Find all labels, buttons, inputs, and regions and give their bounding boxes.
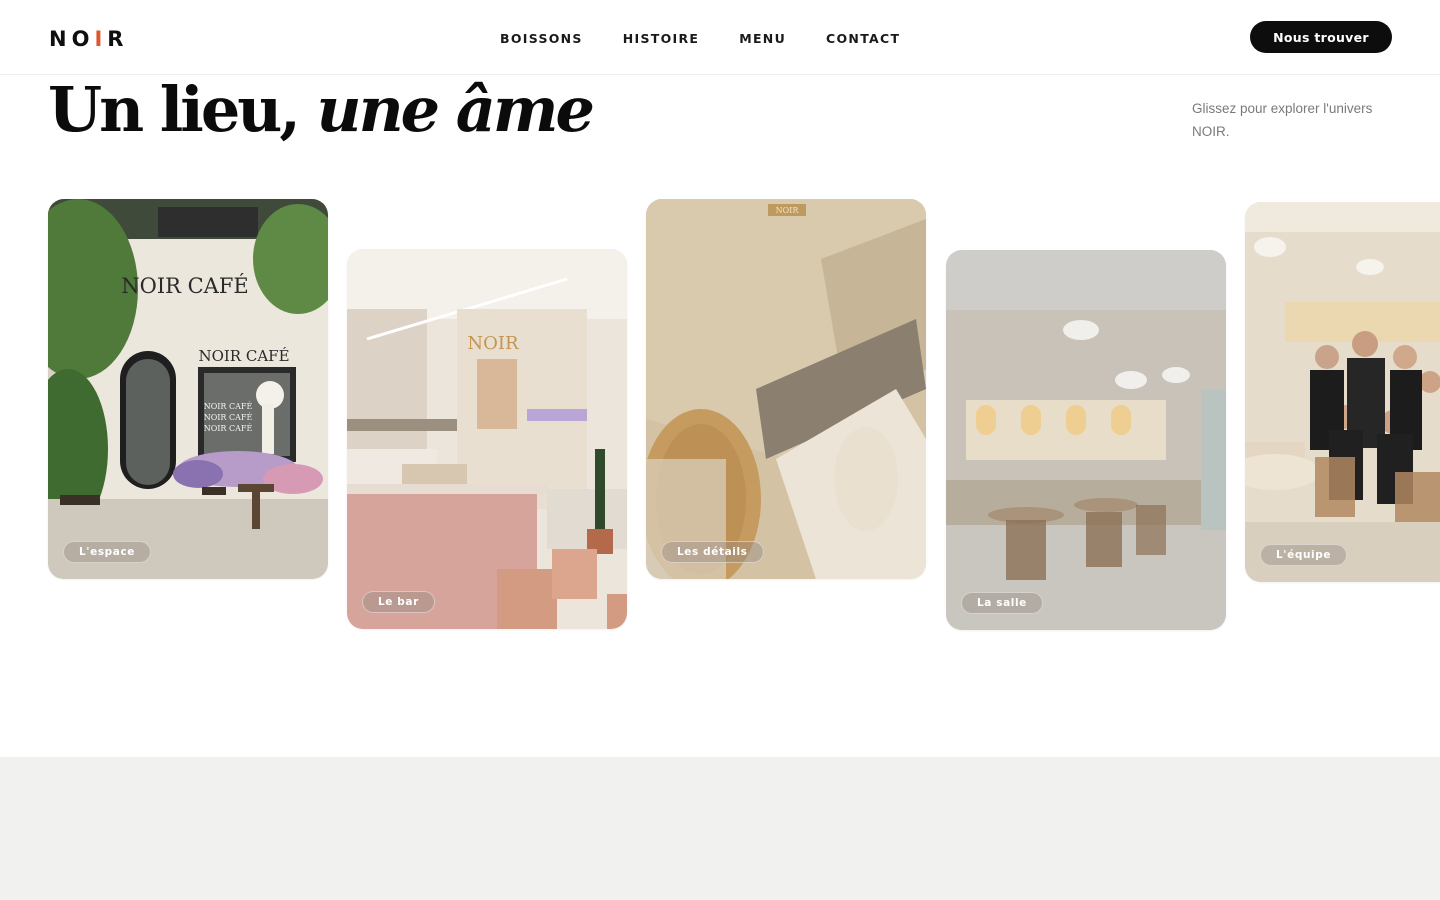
gallery-card-salle[interactable]: La salle: [946, 250, 1226, 630]
nav-item-histoire[interactable]: HISTOIRE: [623, 31, 699, 46]
window-lettering-3: NOIR CAFÉ: [204, 424, 253, 433]
gallery-card-equipe[interactable]: L'équipe: [1245, 202, 1440, 582]
brand-logo[interactable]: NO I R: [49, 27, 128, 51]
logo-text-end: R: [107, 27, 129, 51]
site-header: NO I R BOISSONS HISTOIRE MENU CONTACT Nous…: [0, 0, 1440, 75]
card-label: L'équipe: [1260, 544, 1348, 566]
details-photo: NOIR: [646, 199, 926, 579]
storefront-photo: NOIR CAFÉ NOIR CAFÉ NOIR CAFÉ NOIR CAFÉ …: [48, 199, 328, 579]
storefront-sign-small: NOIR CAFÉ: [198, 347, 289, 365]
nav-item-contact[interactable]: CONTACT: [826, 31, 900, 46]
next-section-band: [0, 757, 1440, 900]
team-photo: [1245, 202, 1440, 582]
find-us-button[interactable]: Nous trouver: [1250, 21, 1392, 53]
gallery-card-bar[interactable]: NOIR Le bar: [347, 249, 627, 629]
card-label: La salle: [961, 592, 1043, 614]
gallery-card-espace[interactable]: NOIR CAFÉ NOIR CAFÉ NOIR CAFÉ NOIR CAFÉ …: [48, 199, 328, 579]
nav-item-menu[interactable]: MENU: [739, 31, 786, 46]
gallery-card-details[interactable]: NOIR Les détails: [646, 199, 926, 579]
logo-text-start: NO: [49, 27, 95, 51]
window-lettering-2: NOIR CAFÉ: [204, 413, 253, 422]
details-brass-plaque: NOIR: [776, 206, 800, 215]
bar-photo: NOIR: [347, 249, 627, 629]
bar-wall-sign: NOIR: [467, 333, 519, 354]
card-label: L'espace: [63, 541, 152, 563]
nav-item-boissons[interactable]: BOISSONS: [500, 31, 583, 46]
logo-text-accent: I: [94, 27, 108, 51]
main-nav: BOISSONS HISTOIRE MENU CONTACT: [500, 31, 900, 46]
window-lettering-1: NOIR CAFÉ: [204, 402, 253, 411]
storefront-sign-main: NOIR CAFÉ: [121, 274, 249, 298]
gallery-carousel[interactable]: NOIR CAFÉ NOIR CAFÉ NOIR CAFÉ NOIR CAFÉ …: [0, 0, 1440, 756]
dining-room-photo: [946, 250, 1226, 630]
card-label: Le bar: [362, 591, 435, 613]
card-label: Les détails: [661, 541, 764, 563]
